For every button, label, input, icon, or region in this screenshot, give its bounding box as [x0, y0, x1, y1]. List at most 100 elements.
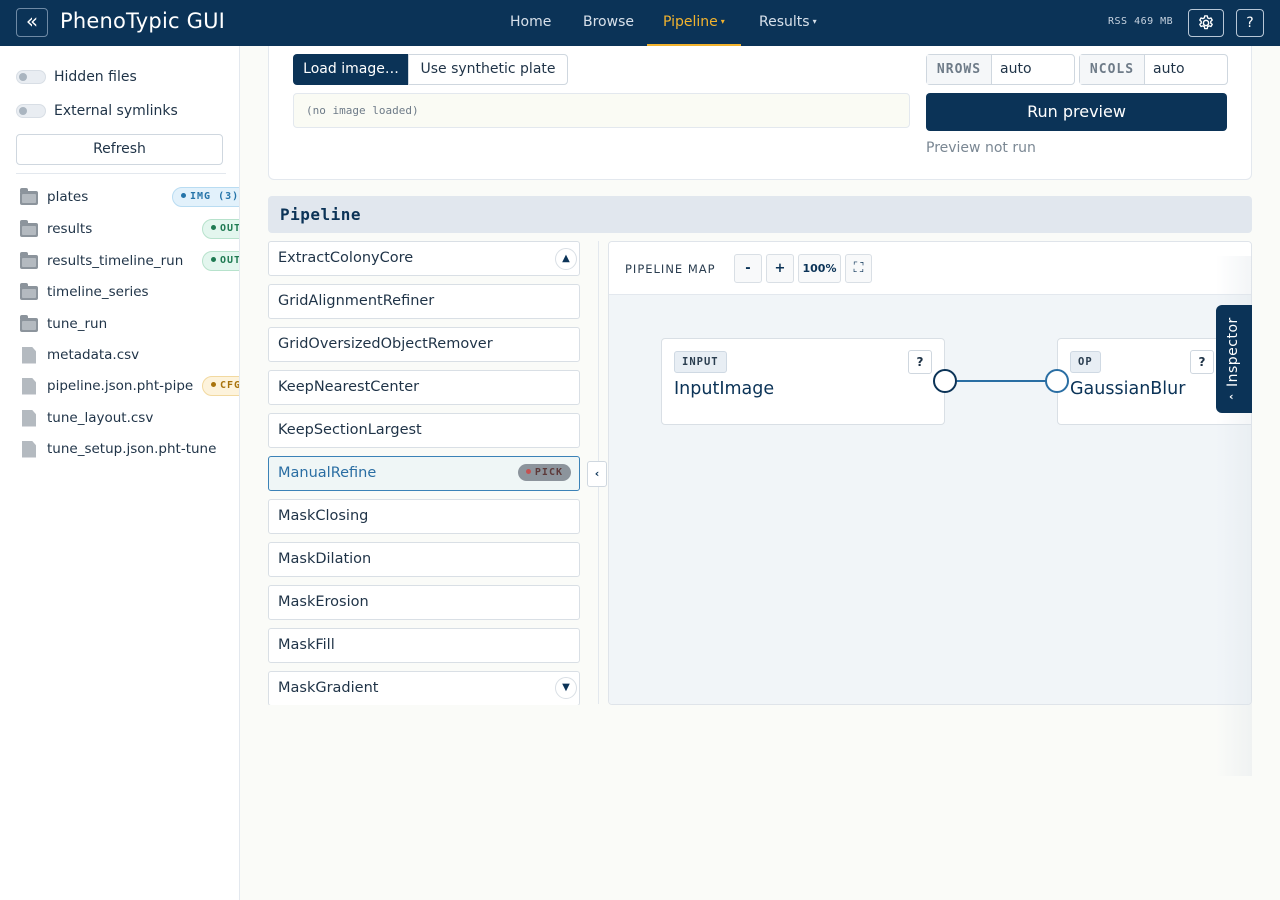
pipeline-section-header: Pipeline [268, 196, 1252, 233]
hidden-files-toggle-row[interactable]: Hidden files [16, 67, 137, 87]
chevron-down-icon: ▾ [720, 17, 725, 26]
nrows-label: NROWS [927, 55, 992, 84]
ncols-field[interactable]: NCOLS auto [1079, 54, 1228, 85]
operation-item-selected[interactable]: ManualRefine PICK [268, 456, 580, 491]
map-canvas[interactable]: INPUT ? InputImage OP ? GaussianBlur [609, 295, 1251, 704]
scroll-up-button[interactable]: ▲ [555, 248, 577, 270]
operation-item[interactable]: MaskDilation [268, 542, 580, 577]
nrows-field[interactable]: NROWS auto [926, 54, 1075, 85]
help-button[interactable]: ? [1236, 9, 1264, 37]
nav-browse[interactable]: Browse [583, 0, 634, 46]
file-name: results [47, 221, 93, 237]
out-badge: OUT [202, 219, 239, 239]
file-name: timeline_series [47, 284, 149, 300]
fullscreen-icon: ⛶ [853, 260, 864, 276]
external-symlinks-toggle[interactable] [16, 104, 46, 118]
folder-icon [20, 188, 38, 205]
node-type-tag: OP [1070, 351, 1101, 373]
operation-item[interactable]: MaskFill [268, 628, 580, 663]
operation-item[interactable]: GridOversizedObjectRemover [268, 327, 580, 362]
file-name: tune_setup.json.pht-tune [47, 441, 217, 457]
output-port[interactable] [933, 369, 957, 393]
file-icon [22, 409, 36, 427]
pipeline-node-input[interactable]: INPUT ? InputImage [661, 338, 945, 425]
preview-status: Preview not run [926, 140, 1036, 156]
settings-button[interactable] [1188, 9, 1224, 37]
external-symlinks-toggle-row[interactable]: External symlinks [16, 101, 178, 121]
nav-pipeline[interactable]: Pipeline ▾ [647, 0, 741, 46]
chevron-down-icon: ▾ [812, 17, 817, 26]
node-help-button[interactable]: ? [908, 350, 932, 374]
file-row-metadata-csv[interactable]: metadata.csv [20, 344, 239, 366]
file-name: pipeline.json.pht-pipe [47, 378, 194, 394]
image-load-card: Load image… Use synthetic plate (no imag… [268, 46, 1252, 180]
file-name: plates [47, 189, 89, 205]
folder-icon [20, 283, 38, 300]
operation-list: ExtractColonyCore ▲ GridAlignmentRefiner… [268, 241, 580, 705]
operation-item[interactable]: MaskClosing [268, 499, 580, 534]
input-port[interactable] [1045, 369, 1069, 393]
node-connector [957, 380, 1055, 382]
file-icon [22, 377, 36, 395]
operation-item[interactable]: ExtractColonyCore ▲ [268, 241, 580, 276]
nrows-input[interactable]: auto [992, 55, 1074, 84]
file-name: tune_layout.csv [47, 410, 154, 426]
file-icon [22, 346, 36, 364]
pick-badge: PICK [517, 464, 571, 481]
nav-results[interactable]: Results ▾ [759, 0, 817, 46]
chevron-left-icon: ‹ [1229, 390, 1234, 403]
zoom-out-button[interactable]: - [734, 254, 762, 283]
file-icon [22, 440, 36, 458]
pipeline-map-panel: PIPELINE MAP - + 100% ⛶ INPUT ? InputIma… [608, 241, 1252, 705]
sidebar-divider [16, 173, 226, 174]
refresh-button[interactable]: Refresh [16, 134, 223, 165]
gear-icon [1199, 15, 1213, 30]
app-title: PhenoTypic GUI [60, 9, 226, 33]
node-title: GaussianBlur [1070, 379, 1186, 399]
operation-item[interactable]: MaskErosion [268, 585, 580, 620]
scroll-down-button[interactable]: ▼ [555, 677, 577, 699]
img-badge: IMG (3) [172, 187, 239, 207]
main-content: Load image… Use synthetic plate (no imag… [240, 46, 1280, 900]
operation-item[interactable]: KeepNearestCenter [268, 370, 580, 405]
operation-item[interactable]: MaskGradient ▼ [268, 671, 580, 705]
nav-home[interactable]: Home [510, 0, 551, 46]
memory-readout: RSS 469 MB [1108, 16, 1174, 27]
sidebar-collapse-button[interactable]: « [16, 8, 48, 37]
image-status: (no image loaded) [293, 93, 910, 128]
file-name: metadata.csv [47, 347, 140, 363]
operation-item[interactable]: KeepSectionLargest [268, 413, 580, 448]
folder-icon [20, 315, 38, 332]
hidden-files-toggle[interactable] [16, 70, 46, 84]
external-symlinks-label: External symlinks [54, 103, 178, 119]
node-help-button[interactable]: ? [1190, 350, 1214, 374]
operation-item[interactable]: GridAlignmentRefiner [268, 284, 580, 319]
cfg-badge: CFG [202, 376, 239, 396]
inspector-label: Inspector [1225, 317, 1241, 387]
fullscreen-button[interactable]: ⛶ [845, 254, 872, 283]
node-type-tag: INPUT [674, 351, 727, 373]
file-row-tune-setup[interactable]: tune_setup.json.pht-tune [20, 438, 239, 460]
folder-icon [20, 252, 38, 269]
ncols-input[interactable]: auto [1145, 55, 1227, 84]
out-badge: OUT [202, 251, 239, 271]
file-sidebar: Hidden files External symlinks Refresh p… [0, 46, 240, 900]
folder-icon [20, 220, 38, 237]
file-row-timeline-series[interactable]: timeline_series [20, 281, 239, 303]
hidden-files-label: Hidden files [54, 69, 137, 85]
file-row-tune-layout-csv[interactable]: tune_layout.csv [20, 407, 239, 429]
inspector-tab[interactable]: Inspector ‹ [1216, 305, 1252, 413]
collapse-list-button[interactable]: ‹ [587, 461, 607, 487]
run-preview-button[interactable]: Run preview [926, 93, 1227, 131]
file-row-tune-run[interactable]: tune_run [20, 313, 239, 335]
zoom-reset-button[interactable]: 100% [798, 254, 841, 283]
synthetic-plate-button[interactable]: Use synthetic plate [408, 54, 568, 85]
map-title: PIPELINE MAP [625, 262, 716, 276]
zoom-in-button[interactable]: + [766, 254, 794, 283]
map-toolbar: PIPELINE MAP - + 100% ⛶ [609, 242, 1251, 295]
load-image-button[interactable]: Load image… [293, 54, 409, 85]
top-bar: « PhenoTypic GUI Home Browse Pipeline ▾ R… [0, 0, 1280, 46]
node-title: InputImage [674, 379, 775, 399]
file-name: results_timeline_run [47, 253, 184, 269]
ncols-label: NCOLS [1080, 55, 1145, 84]
